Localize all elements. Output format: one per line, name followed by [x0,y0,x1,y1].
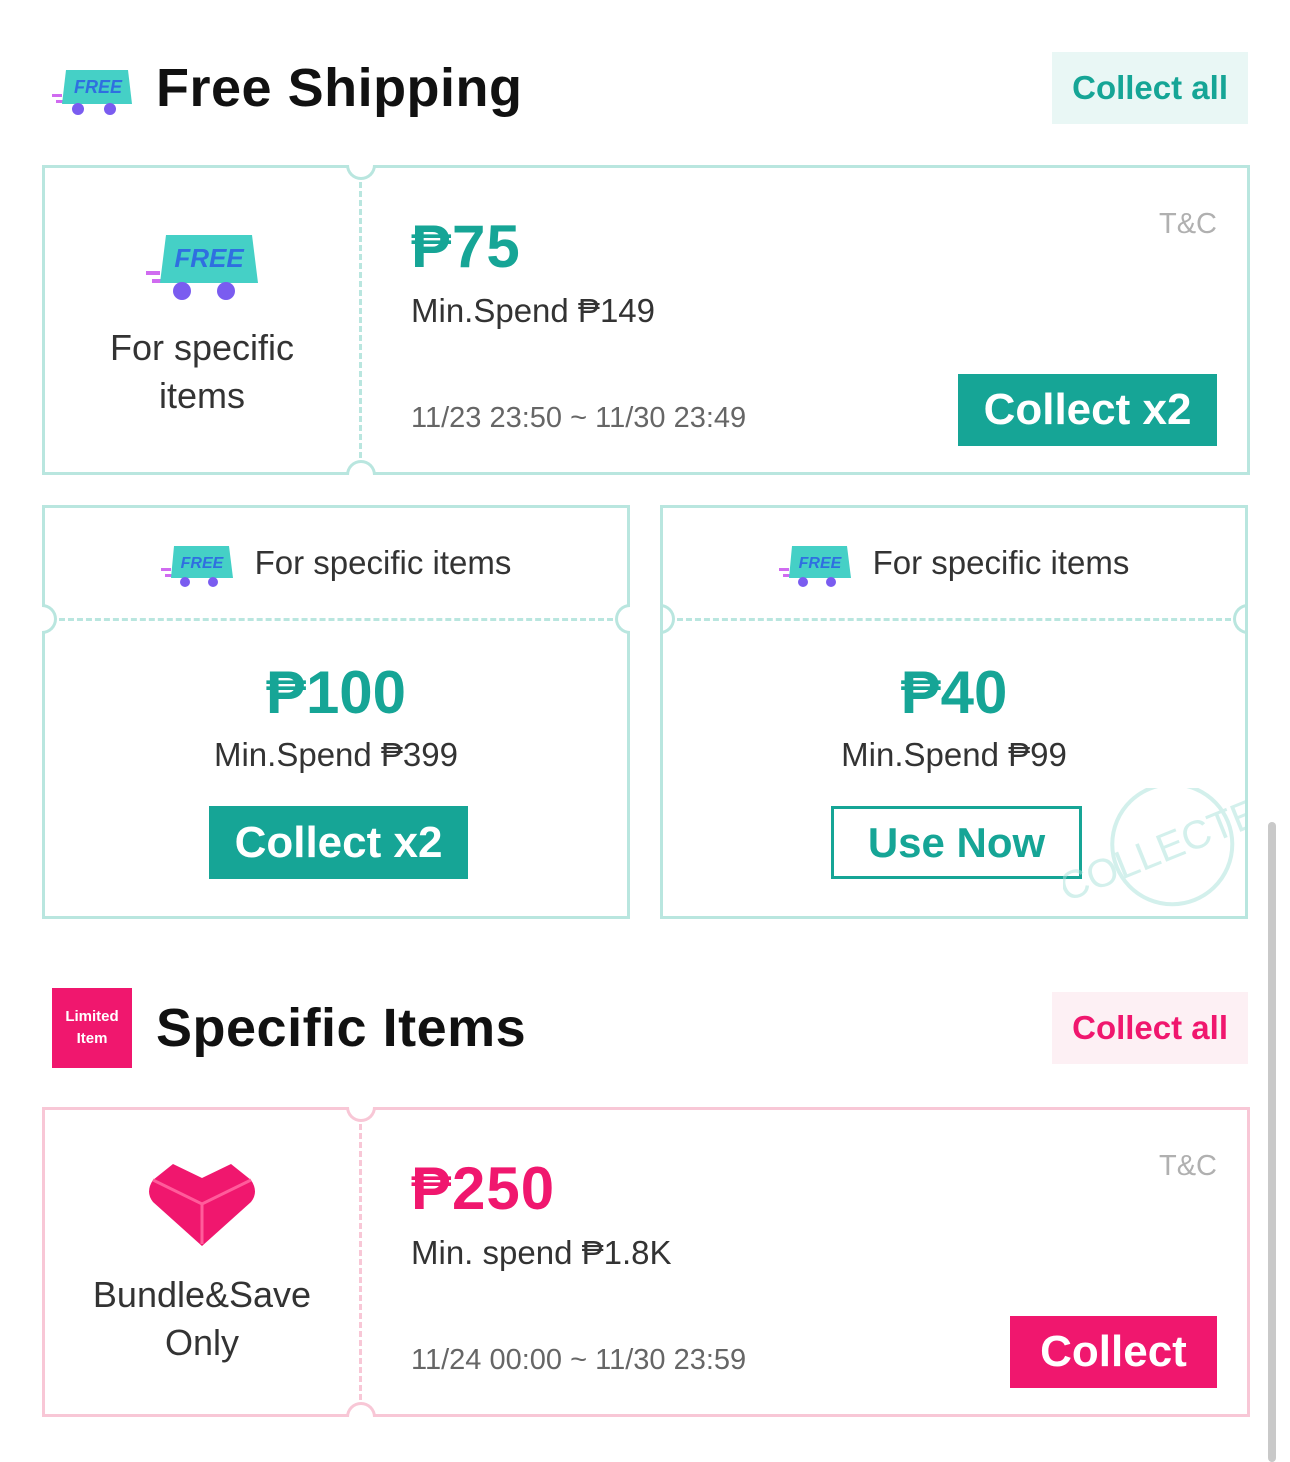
voucher-card: FREE For specific items ₱40 Min.Spend ₱9… [660,505,1248,919]
terms-link[interactable]: T&C [1159,1150,1217,1183]
ticket-divider [59,618,613,621]
collected-stamp: COLLECTED [1053,780,1248,911]
voucher-min-spend: Min.Spend ₱399 [213,736,458,773]
svg-text:FREE: FREE [74,77,123,97]
limited-item-badge: Limited Item [52,988,132,1068]
terms-link[interactable]: T&C [1159,208,1217,241]
voucher-amount: ₱250 [411,1155,556,1222]
ticket-divider [359,182,362,458]
voucher-header: FREE For specific items [663,508,1245,618]
voucher-card: Bundle&Save Only ₱250 Min. spend ₱1.8K 1… [42,1107,1250,1417]
voucher-amount: ₱75 [411,213,521,280]
collect-all-button[interactable]: Collect all [1052,52,1248,124]
svg-text:FREE: FREE [798,555,842,572]
free-shipping-icon: FREE [52,60,132,116]
voucher-left-panel: Bundle&Save Only [45,1110,359,1414]
voucher-scope-label: For specific items [254,544,512,581]
collect-button[interactable]: Collect [1010,1316,1217,1388]
svg-text:COLLECTED: COLLECTED [1063,788,1248,908]
voucher-min-spend: Min.Spend ₱149 [411,292,656,329]
voucher-card: FREE For specific items ₱75 Min.Spend ₱1… [42,165,1250,475]
scrollbar[interactable] [1268,822,1276,1462]
voucher-left-panel: FREE For specific items [45,168,359,472]
badge-line: Item [76,1030,108,1047]
voucher-scope-label: For specific items [872,544,1130,581]
voucher-min-spend: Min. spend ₱1.8K [411,1234,672,1271]
ticket-divider [359,1124,362,1400]
voucher-validity: 11/23 23:50 ~ 11/30 23:49 [411,402,747,434]
voucher-amount: ₱40 [900,659,1008,726]
badge-line: Limited [65,1008,119,1025]
voucher-card: FREE For specific items ₱100 Min.Spend ₱… [42,505,630,919]
section-title: Free Shipping [156,58,523,118]
svg-text:FREE: FREE [180,555,224,572]
free-shipping-icon: FREE [160,546,233,587]
specific-items-header: Limited Item Specific Items Collect all [52,988,1248,1068]
section-title: Specific Items [156,998,527,1058]
voucher-validity: 11/24 00:00 ~ 11/30 23:59 [411,1344,747,1376]
free-shipping-icon: FREE [778,546,851,587]
voucher-scope-label: For specific items [109,326,295,416]
voucher-min-spend: Min.Spend ₱99 [841,736,1067,773]
voucher-amount: ₱100 [265,659,407,726]
free-shipping-icon: FREE [146,221,258,306]
collect-button[interactable]: Collect x2 [958,374,1217,446]
free-shipping-header: FREE Free Shipping Collect all [52,50,1248,126]
heart-box-icon [147,1158,257,1253]
voucher-header: FREE For specific items [45,508,627,618]
collect-all-button[interactable]: Collect all [1052,992,1248,1064]
ticket-divider [677,618,1231,621]
use-now-button[interactable]: Use Now [831,806,1082,879]
voucher-scope-label: Bundle&Save Only [92,1273,312,1363]
svg-text:FREE: FREE [174,243,244,273]
collect-button[interactable]: Collect x2 [209,806,468,879]
